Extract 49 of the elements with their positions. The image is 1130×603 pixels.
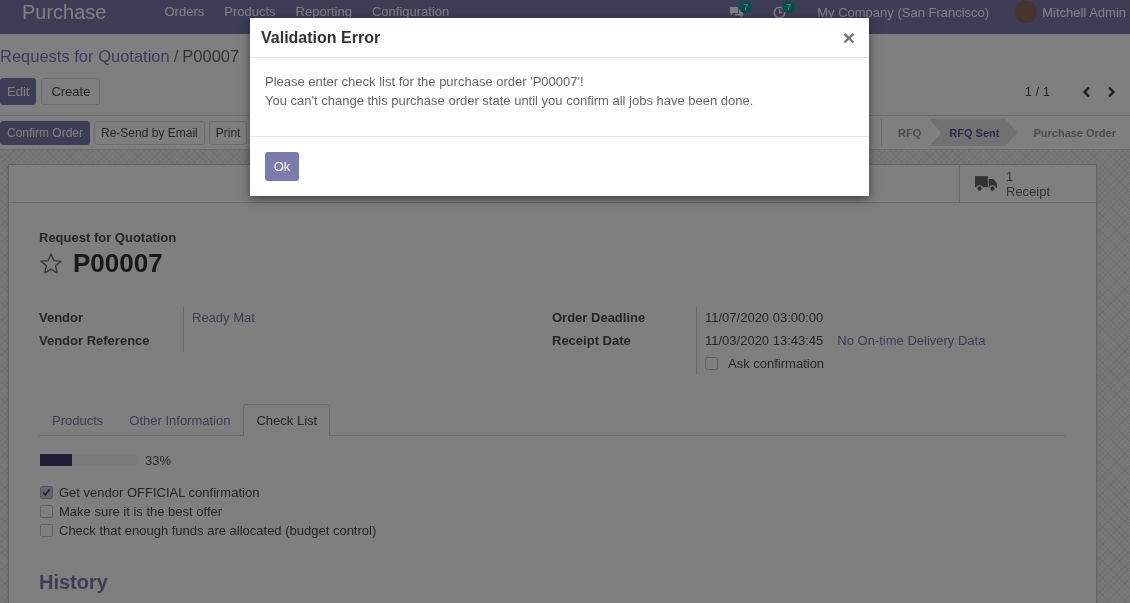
menu-item[interactable]: Orders <box>154 0 215 24</box>
header-button[interactable]: Re-Send by Email <box>94 120 205 145</box>
tab[interactable]: Check List <box>243 404 331 436</box>
field-value: 11/07/2020 03:00:00 <box>705 310 824 325</box>
breadcrumb-link[interactable]: Requests for Quotation <box>0 44 170 68</box>
chevron-right-icon[interactable] <box>1107 85 1116 98</box>
tab[interactable]: Other Information <box>116 404 244 436</box>
clock-icon[interactable] <box>772 5 788 19</box>
close-button[interactable]: × <box>840 27 857 48</box>
header-button[interactable]: Confirm Order <box>0 120 90 145</box>
checkbox-label: Check that enough funds are allocated (budget control) <box>59 523 377 538</box>
field-label: Receipt Date <box>552 333 632 348</box>
tab[interactable]: Products <box>39 404 117 436</box>
ok-button[interactable]: Ok <box>265 152 299 181</box>
field-label: Vendor Reference <box>39 333 151 348</box>
pager-counter: 1 / 1 <box>1024 84 1050 99</box>
action-button[interactable]: Create <box>41 78 101 105</box>
progress-value: 33% <box>145 452 172 468</box>
field-value: 11/03/2020 13:43:45 <box>705 333 824 348</box>
app-title[interactable]: Purchase <box>22 0 107 24</box>
delivery-note-link[interactable]: No On-time Delivery Data <box>837 333 986 348</box>
checkbox[interactable] <box>40 486 53 499</box>
status-stage[interactable]: RFQ Sent <box>929 119 1018 146</box>
checkbox-label: Make sure it is the best offer <box>59 504 223 519</box>
checkbox-label: Get vendor OFFICIAL confirmation <box>59 485 260 500</box>
breadcrumb-current: P00007 <box>182 46 240 67</box>
message-counter: 7 <box>739 0 753 13</box>
chevron-left-icon[interactable] <box>1082 85 1091 98</box>
document-number: P00007 <box>73 248 163 279</box>
receipt-button[interactable]: 1 Receipt <box>959 165 1096 202</box>
action-button[interactable]: Edit <box>0 78 37 105</box>
section-heading: History <box>39 570 109 595</box>
breadcrumb-separator: / <box>173 46 179 67</box>
error-message: You can't change this purchase order state until you confirm all jobs have been done. <box>265 92 755 110</box>
user-name[interactable]: Mitchell Admin <box>1042 4 1126 20</box>
checkbox[interactable] <box>40 524 53 537</box>
checkbox[interactable] <box>705 357 718 370</box>
star-icon[interactable] <box>39 251 63 276</box>
checkbox-label: Ask confirmation <box>728 356 825 371</box>
activity-counter: 7 <box>782 0 796 13</box>
dialog-title: Validation Error <box>261 28 381 47</box>
header-button[interactable]: Print <box>208 120 248 145</box>
truck-icon <box>975 175 997 192</box>
error-message: Please enter check list for the purchase order 'P00007'! <box>265 73 585 91</box>
checkbox[interactable] <box>40 505 53 518</box>
field-label: Order Deadline <box>552 310 647 325</box>
document-type: Request for Quotation <box>39 229 178 247</box>
field-label: Vendor <box>39 310 85 325</box>
field-link[interactable]: Ready Mat <box>192 310 255 325</box>
